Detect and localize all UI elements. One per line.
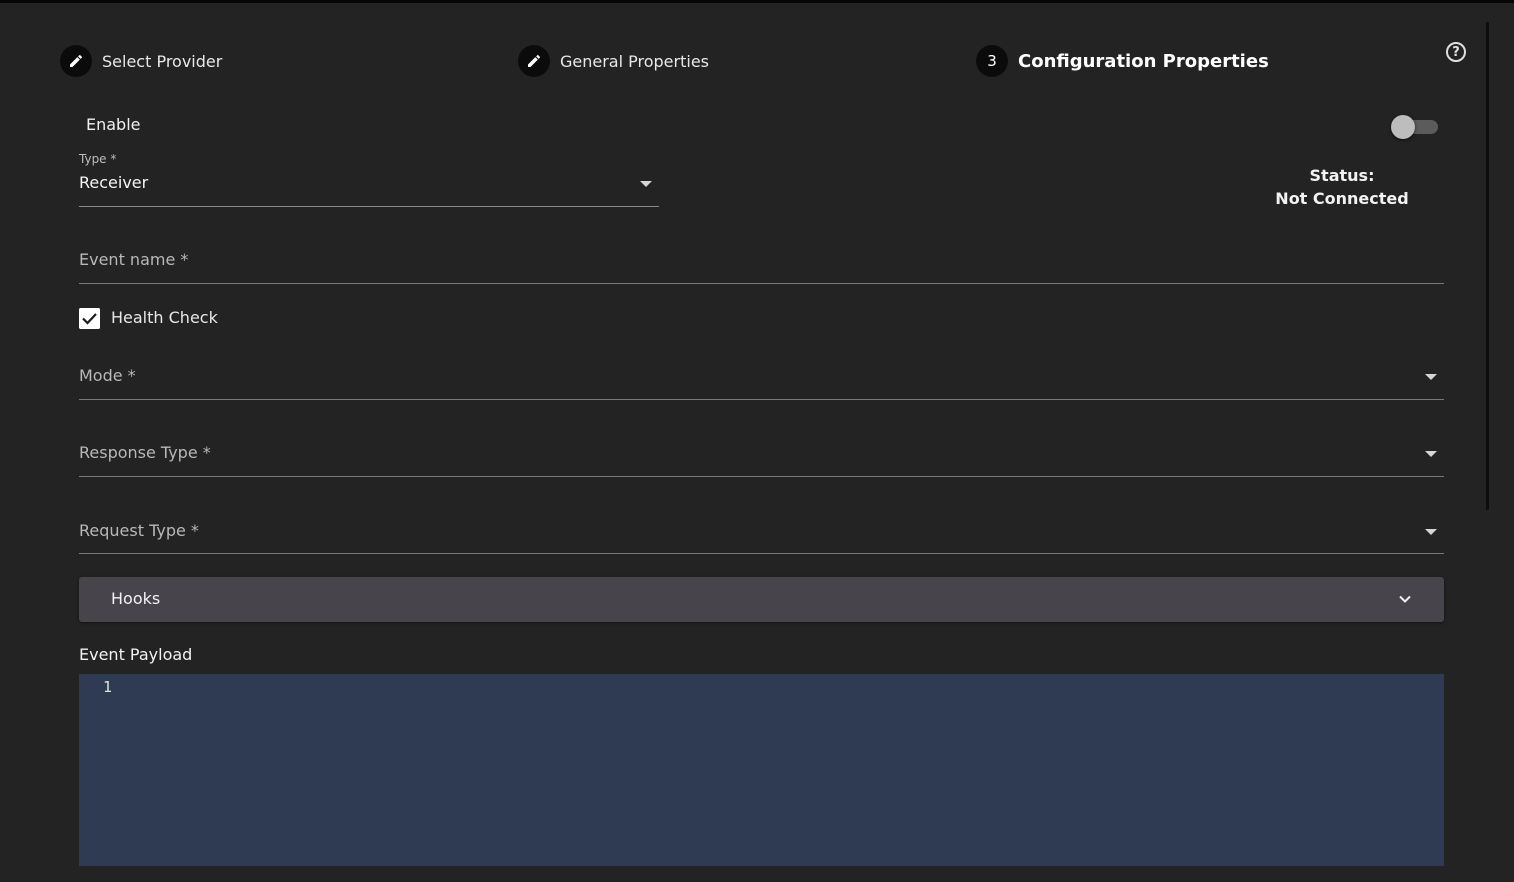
step-number: 3 — [987, 52, 997, 70]
pencil-icon — [60, 45, 92, 77]
step-label: Configuration Properties — [1018, 50, 1269, 72]
status-label: Status: — [1309, 166, 1375, 185]
scrollbar[interactable] — [1486, 22, 1489, 510]
status-block: Status: Not Connected — [1242, 164, 1442, 210]
step-number-badge: 3 — [976, 45, 1008, 77]
event-payload-label: Event Payload — [79, 645, 193, 664]
status-value: Not Connected — [1275, 189, 1409, 208]
help-circle-icon[interactable]: ? — [1446, 42, 1466, 62]
dropdown-arrow-icon — [1425, 529, 1437, 535]
enable-toggle[interactable] — [1391, 115, 1439, 139]
checkmark-icon — [79, 308, 100, 329]
line-number: 1 — [103, 678, 113, 696]
request-type-label: Request Type * — [79, 521, 199, 540]
mode-label: Mode * — [79, 366, 136, 385]
hooks-label: Hooks — [111, 589, 161, 608]
step-general-properties[interactable]: General Properties — [518, 45, 709, 77]
health-check-checkbox[interactable] — [79, 308, 100, 329]
dropdown-arrow-icon — [640, 181, 652, 187]
type-value: Receiver — [79, 173, 149, 192]
request-type-select[interactable]: Request Type * — [79, 514, 1444, 554]
step-select-provider[interactable]: Select Provider — [60, 45, 222, 77]
step-label: Select Provider — [102, 51, 223, 71]
event-name-label: Event name * — [79, 250, 189, 269]
chevron-down-icon — [1399, 595, 1411, 603]
step-configuration-properties[interactable]: 3 Configuration Properties — [976, 45, 1269, 77]
response-type-label: Response Type * — [79, 443, 211, 462]
hooks-accordion[interactable]: Hooks — [79, 577, 1444, 622]
dropdown-arrow-icon — [1425, 451, 1437, 457]
pencil-icon — [518, 45, 550, 77]
health-check-label: Health Check — [111, 308, 218, 327]
response-type-select[interactable]: Response Type * — [79, 437, 1444, 477]
dropdown-arrow-icon — [1425, 374, 1437, 380]
mode-select[interactable]: Mode * — [79, 360, 1444, 400]
event-payload-editor[interactable]: 1 — [79, 674, 1444, 866]
event-name-field[interactable]: Event name * — [79, 244, 1444, 284]
step-label: General Properties — [560, 51, 709, 71]
type-select[interactable]: Type * Receiver — [79, 152, 659, 207]
enable-label: Enable — [86, 115, 141, 134]
toggle-thumb — [1391, 115, 1415, 139]
type-label: Type * — [79, 152, 117, 166]
top-border — [0, 0, 1514, 3]
